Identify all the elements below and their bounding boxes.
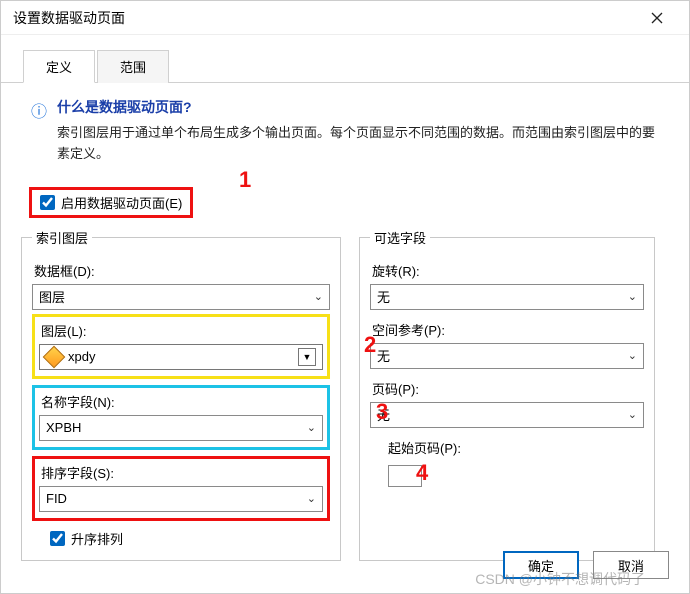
- dialog: 设置数据驱动页面 定义 范围 ⓘ 什么是数据驱动页面? 索引图层用于通过单个布局…: [0, 0, 690, 594]
- tab-scope[interactable]: 范围: [97, 50, 169, 83]
- legend-index-layer: 索引图层: [32, 228, 92, 247]
- select-name-field-value: XPBH: [46, 420, 81, 435]
- chevron-down-icon: ⌄: [628, 349, 637, 362]
- titlebar: 设置数据驱动页面: [1, 1, 689, 35]
- cancel-button[interactable]: 取消: [593, 551, 669, 579]
- select-dataframe-value: 图层: [39, 287, 65, 306]
- dropdown-arrow-icon: ▼: [298, 348, 316, 366]
- select-layer-value: xpdy: [68, 349, 95, 364]
- label-page: 页码(P):: [372, 379, 644, 398]
- info-icon: ⓘ: [31, 98, 47, 165]
- close-icon: [651, 12, 663, 24]
- label-layer: 图层(L):: [41, 321, 323, 340]
- tab-strip: 定义 范围: [1, 49, 689, 83]
- annotation-3: 3: [376, 399, 388, 425]
- enable-box: 启用数据驱动页面(E): [29, 187, 193, 218]
- select-rotation[interactable]: 无 ⌄: [370, 284, 644, 310]
- annotation-2: 2: [364, 332, 376, 358]
- chevron-down-icon: ⌄: [628, 290, 637, 303]
- help-block: ⓘ 什么是数据驱动页面? 索引图层用于通过单个布局生成多个输出页面。每个页面显示…: [1, 83, 689, 171]
- ok-button[interactable]: 确定: [503, 551, 579, 579]
- select-sref-value: 无: [377, 346, 390, 365]
- polygon-layer-icon: [43, 345, 66, 368]
- window-title: 设置数据驱动页面: [13, 8, 637, 28]
- label-dataframe: 数据框(D):: [34, 261, 330, 280]
- close-button[interactable]: [637, 4, 677, 32]
- chevron-down-icon: ⌄: [314, 290, 323, 303]
- select-layer[interactable]: xpdy ▼: [39, 344, 323, 370]
- tab-definition[interactable]: 定义: [23, 50, 95, 83]
- form-columns: 索引图层 数据框(D): 图层 ⌄ 图层(L): xpdy ▼ 名称字段(N):: [1, 228, 689, 561]
- footer: 确定 取消: [503, 551, 669, 579]
- label-name-field: 名称字段(N):: [41, 392, 323, 411]
- fieldset-index-layer: 索引图层 数据框(D): 图层 ⌄ 图层(L): xpdy ▼ 名称字段(N):: [21, 228, 341, 561]
- highlight-layer: 图层(L): xpdy ▼: [32, 314, 330, 379]
- help-text: 索引图层用于通过单个布局生成多个输出页面。每个页面显示不同范围的数据。而范围由索…: [57, 123, 667, 165]
- label-rotation: 旋转(R):: [372, 261, 644, 280]
- select-dataframe[interactable]: 图层 ⌄: [32, 284, 330, 310]
- chevron-down-icon: ⌄: [307, 421, 316, 434]
- chevron-down-icon: ⌄: [628, 408, 637, 421]
- asc-label: 升序排列: [71, 529, 123, 548]
- asc-row: 升序排列: [50, 529, 330, 548]
- select-rotation-value: 无: [377, 287, 390, 306]
- label-start-page: 起始页码(P):: [388, 438, 644, 457]
- select-name-field[interactable]: XPBH ⌄: [39, 415, 323, 441]
- label-sref: 空间参考(P):: [372, 320, 644, 339]
- highlight-name-field: 名称字段(N): XPBH ⌄: [32, 385, 330, 450]
- highlight-sort-field: 排序字段(S): FID ⌄: [32, 456, 330, 521]
- help-title: 什么是数据驱动页面?: [57, 97, 667, 117]
- label-sort-field: 排序字段(S):: [41, 463, 323, 482]
- enable-checkbox[interactable]: [40, 195, 55, 210]
- select-sort-field[interactable]: FID ⌄: [39, 486, 323, 512]
- fieldset-optional: 可选字段 旋转(R): 无 ⌄ 2 空间参考(P): 无 ⌄ 3 页码(P): …: [359, 228, 655, 561]
- chevron-down-icon: ⌄: [307, 492, 316, 505]
- annotation-1: 1: [239, 167, 251, 193]
- select-page[interactable]: 无 ⌄: [370, 402, 644, 428]
- asc-checkbox[interactable]: [50, 531, 65, 546]
- enable-label: 启用数据驱动页面(E): [61, 193, 182, 212]
- select-sref[interactable]: 无 ⌄: [370, 343, 644, 369]
- annotation-4: 4: [416, 460, 428, 486]
- select-sort-field-value: FID: [46, 491, 67, 506]
- legend-optional: 可选字段: [370, 228, 430, 247]
